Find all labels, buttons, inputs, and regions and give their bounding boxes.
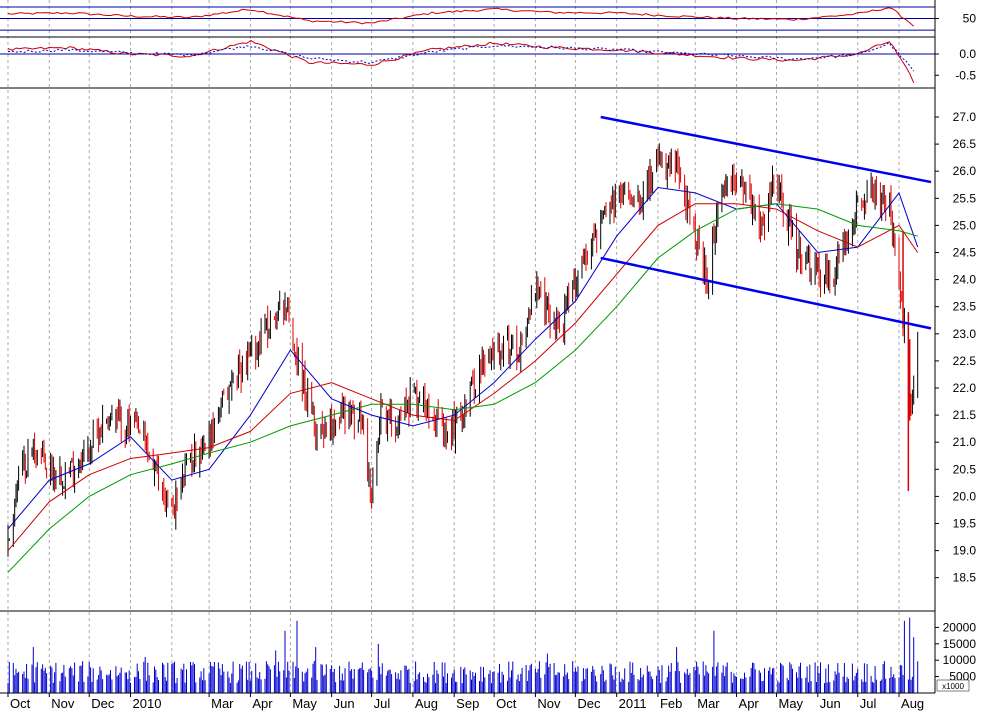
month-label: Apr: [739, 696, 760, 711]
month-label: Jun: [820, 696, 841, 711]
price-tick-label: 18.5: [953, 571, 977, 585]
month-label: Aug: [901, 696, 924, 711]
price-tick-label: 24.0: [953, 273, 977, 287]
month-label: Apr: [252, 696, 273, 711]
price-tick-label: 27.0: [953, 110, 977, 124]
moving-average-line: [7, 203, 919, 551]
month-label: Jun: [334, 696, 355, 711]
moving-average-line: [7, 186, 919, 530]
price-tick-label: 19.5: [953, 517, 977, 531]
month-label: Oct: [496, 696, 517, 711]
price-tick-label: 26.0: [953, 164, 977, 178]
volume-units-label: x1000: [942, 682, 964, 691]
price-tick-label: 21.0: [953, 435, 977, 449]
oscillator-top-panel: [0, 6, 935, 31]
month-label: Nov: [51, 696, 75, 711]
month-label: Sep: [456, 696, 479, 711]
month-label: 2011: [619, 696, 647, 711]
price-tick-label: 24.5: [953, 246, 977, 260]
price-tick-label: 20.5: [953, 462, 977, 476]
month-label: May: [779, 696, 804, 711]
month-label: 2010: [133, 696, 162, 711]
oscillator-middle-panel: [0, 39, 935, 83]
price-tick-label: 25.0: [953, 218, 977, 232]
month-label: May: [292, 696, 317, 711]
panel-frames: [0, 0, 936, 694]
month-label: Jul: [374, 696, 391, 711]
volume-tick-label: 15000: [943, 637, 977, 651]
price-tick-label: 25.5: [953, 191, 977, 205]
price-tick-label: 23.5: [953, 300, 977, 314]
channel-trendline: [600, 256, 932, 330]
month-label: Jul: [860, 696, 877, 711]
month-label: Mar: [697, 696, 720, 711]
oscillator-mid-tick-label: 0.0: [959, 47, 976, 61]
chart-svg: 50 0.0 -0.5 18.5 19.0 19.5 20.0 20.5 21.0 21.5 22.…: [0, 0, 977, 711]
axes: 50 0.0 -0.5 18.5 19.0 19.5 20.0 20.5 21.0 21.5 22.…: [7, 12, 977, 711]
month-label: Nov: [537, 696, 561, 711]
moving-average-line: [7, 203, 918, 573]
month-label: Mar: [211, 696, 234, 711]
volume-tick-label: 10000: [943, 653, 977, 667]
oscillator-top-tick-label: 50: [963, 12, 977, 26]
volume-panel: [7, 617, 919, 693]
oscillator-mid-line: [7, 39, 915, 83]
price-tick-label: 23.0: [953, 327, 977, 341]
volume-tick-label: 20000: [943, 620, 977, 634]
gridlines: [7, 0, 900, 693]
price-tick-label: 22.5: [953, 354, 977, 368]
oscillator-top-line: [7, 7, 915, 27]
month-label: Dec: [91, 696, 115, 711]
month-label: Aug: [415, 696, 438, 711]
month-label: Dec: [577, 696, 601, 711]
price-tick-label: 26.5: [953, 137, 977, 151]
month-label: Oct: [10, 696, 31, 711]
oscillator-mid-tick-label: -0.5: [955, 68, 976, 82]
price-tick-label: 19.0: [953, 544, 977, 558]
stock-chart: 50 0.0 -0.5 18.5 19.0 19.5 20.0 20.5 21.0 21.5 22.…: [0, 0, 993, 711]
month-label: Feb: [660, 696, 682, 711]
price-tick-label: 22.0: [953, 381, 977, 395]
price-panel: [7, 115, 932, 573]
price-tick-label: 20.0: [953, 489, 977, 503]
price-tick-label: 21.5: [953, 408, 977, 422]
